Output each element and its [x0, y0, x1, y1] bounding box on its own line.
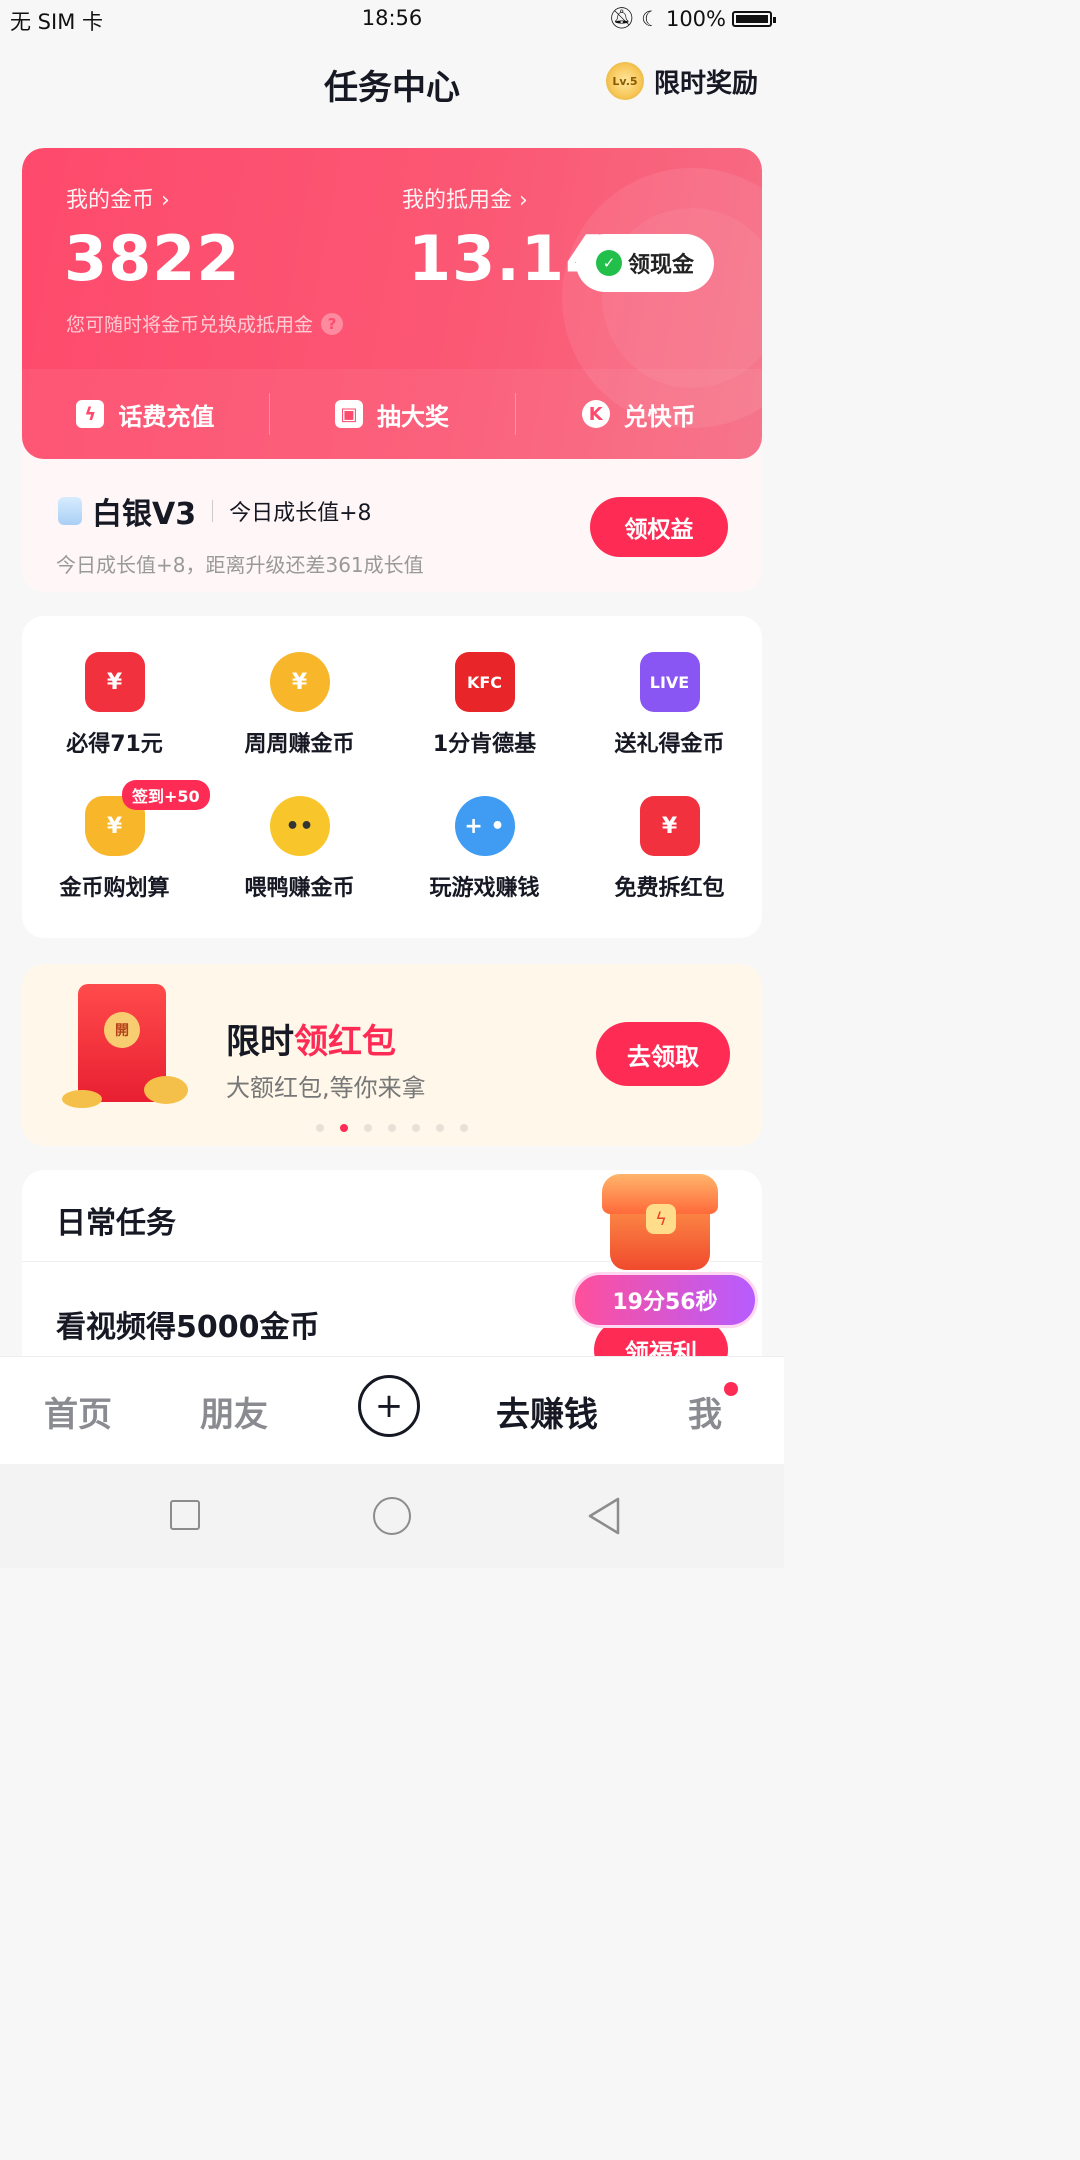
- grid-item-kfc[interactable]: KFC 1分肯德基: [392, 652, 577, 758]
- silver-badge-icon: [58, 497, 82, 525]
- tab-friends[interactable]: 朋友: [200, 1387, 268, 1436]
- grid-item-label: 1分肯德基: [432, 732, 537, 757]
- k-coin-icon: K: [581, 400, 610, 428]
- carousel-dot[interactable]: [436, 1124, 444, 1132]
- grid-item-weekly-coins[interactable]: ¥ 周周赚金币: [207, 652, 392, 758]
- grid-item-play-games[interactable]: + • 玩游戏赚钱: [392, 796, 577, 902]
- coin-stack-icon: [62, 1090, 102, 1108]
- gamepad-icon: + •: [454, 796, 515, 856]
- grid-item-label: 免费拆红包: [614, 876, 725, 901]
- grid-item-label: 周周赚金币: [244, 732, 355, 757]
- exchange-kcoin-button[interactable]: K 兑快币: [515, 369, 762, 459]
- lucky-draw-button[interactable]: ▣ 抽大奖: [268, 369, 516, 459]
- withdraw-cash-button[interactable]: ✓ 领现金: [576, 234, 714, 292]
- grid-item-guaranteed-71[interactable]: ¥ 必得71元: [22, 652, 207, 758]
- carousel-dot[interactable]: [412, 1124, 420, 1132]
- kfc-fries-icon: KFC: [454, 652, 515, 712]
- carousel-dot-active[interactable]: [340, 1124, 348, 1132]
- membership-level-row: 白银V3 今日成长值+8 今日成长值+8，距离升级还差361成长值 领权益: [22, 459, 762, 592]
- status-bar: 无 SIM 卡 18:56 🔕︎ ☾ 100%: [0, 0, 784, 40]
- task-title: 看视频得5000金币: [56, 1310, 320, 1345]
- go-claim-button[interactable]: 去领取: [596, 1022, 730, 1086]
- chest-countdown[interactable]: 19分56秒: [572, 1272, 758, 1328]
- home-button[interactable]: [373, 1497, 411, 1535]
- coin-summary-card: 我的金币 › 3822 我的抵用金 › 13.14 ✓ 领现金 您可随时将金币兑…: [22, 148, 762, 592]
- tab-me[interactable]: 我: [688, 1387, 722, 1436]
- system-navigation-bar: [0, 1464, 784, 1568]
- battery-percent: 100%: [665, 6, 726, 31]
- exchange-tip-text: 您可随时将金币兑换成抵用金: [66, 314, 314, 336]
- coins-value: 3822: [64, 222, 241, 295]
- duck-icon: ••: [269, 796, 330, 856]
- phone-recharge-button[interactable]: ϟ 话费充值: [22, 369, 269, 459]
- tab-earn-money[interactable]: 去赚钱: [496, 1387, 598, 1436]
- grid-item-gift-coins[interactable]: LIVE 送礼得金币: [577, 652, 762, 758]
- quick-actions: ϟ 话费充值 ▣ 抽大奖 K 兑快币: [22, 369, 762, 459]
- exchange-tip: 您可随时将金币兑换成抵用金 ?: [66, 310, 344, 337]
- divider: [212, 500, 214, 522]
- grid-item-label: 玩游戏赚钱: [429, 876, 540, 901]
- yen-coin-icon: ¥: [269, 652, 330, 712]
- level-info: 白银V3 今日成长值+8: [58, 489, 372, 533]
- grid-item-label: 喂鸭赚金币: [244, 876, 355, 901]
- withdraw-cash-label: 领现金: [627, 253, 694, 278]
- claim-benefits-button[interactable]: 领权益: [590, 497, 728, 557]
- battery-icon: [732, 10, 776, 27]
- create-plus-button[interactable]: +: [358, 1375, 420, 1437]
- help-icon[interactable]: ?: [321, 312, 344, 335]
- treasure-chest-widget[interactable]: ϟ: [596, 1170, 726, 1280]
- status-icons: 🔕︎ ☾ 100%: [608, 6, 776, 31]
- phone-bolt-icon: ϟ: [76, 400, 105, 428]
- back-button[interactable]: [586, 1496, 622, 1536]
- moon-icon: ☾: [641, 6, 660, 31]
- exchange-kcoin-label: 兑快币: [623, 402, 696, 431]
- grid-item-coin-deals[interactable]: ¥ 签到+50 金币购划算: [22, 780, 210, 902]
- banner-title: 限时领红包: [226, 1014, 396, 1063]
- coin-stack-icon: [144, 1076, 188, 1104]
- limited-reward-label: 限时奖励: [653, 68, 758, 99]
- banner-title-highlight: 领红包: [294, 1022, 396, 1062]
- live-tv-icon: LIVE: [639, 652, 700, 712]
- task-entry-grid: ¥ 必得71元 ¥ 周周赚金币 KFC 1分肯德基 LIVE 送礼得金币 ¥ 签…: [22, 616, 762, 938]
- gift-icon: ▣: [335, 400, 363, 428]
- my-coins-link[interactable]: 我的金币 ›: [66, 182, 170, 214]
- red-packet-icon: ¥: [639, 796, 700, 856]
- envelope-seal: 開: [104, 1012, 140, 1048]
- level-badge-icon: Lv.5: [605, 62, 644, 100]
- banner-title-plain: 限时: [226, 1022, 294, 1062]
- carousel-dot[interactable]: [460, 1124, 468, 1132]
- notification-dot: [724, 1382, 738, 1396]
- grid-item-label: 必得71元: [66, 732, 163, 757]
- carousel-dot[interactable]: [388, 1124, 396, 1132]
- carousel-dot[interactable]: [364, 1124, 372, 1132]
- bottom-tab-bar: 首页 朋友 + 去赚钱 我: [0, 1356, 784, 1465]
- sign-in-badge: 签到+50: [122, 780, 210, 810]
- recent-apps-button[interactable]: [170, 1500, 200, 1530]
- red-packet-banner[interactable]: 開 限时领红包 大额红包,等你来拿 去领取: [22, 964, 762, 1146]
- tab-home[interactable]: 首页: [44, 1387, 112, 1436]
- carousel-dots: [22, 1124, 762, 1132]
- lightning-lock-icon: ϟ: [646, 1204, 676, 1234]
- level-name: 白银V3: [92, 497, 197, 532]
- limited-reward-button[interactable]: Lv.5 限时奖励: [605, 62, 758, 100]
- grid-item-feed-duck[interactable]: •• 喂鸭赚金币: [207, 796, 392, 902]
- grid-item-open-packet[interactable]: ¥ 免费拆红包: [577, 796, 762, 902]
- section-title: 日常任务: [56, 1206, 176, 1241]
- my-voucher-link[interactable]: 我的抵用金 ›: [402, 182, 528, 214]
- banner-subtitle: 大额红包,等你来拿: [226, 1074, 426, 1102]
- today-growth: 今日成长值+8: [229, 501, 372, 526]
- grid-item-label: 送礼得金币: [614, 732, 725, 757]
- phone-recharge-label: 话费充值: [118, 402, 215, 431]
- wechat-pay-icon: ✓: [595, 250, 622, 276]
- lucky-draw-label: 抽大奖: [377, 402, 449, 431]
- level-progress-text: 今日成长值+8，距离升级还差361成长值: [56, 553, 424, 577]
- red-envelope-icon: ¥: [84, 652, 145, 712]
- carousel-dot[interactable]: [316, 1124, 324, 1132]
- mute-icon: 🔕︎: [608, 6, 636, 30]
- coin-balance-panel: 我的金币 › 3822 我的抵用金 › 13.14 ✓ 领现金 您可随时将金币兑…: [22, 148, 762, 459]
- grid-item-label: 金币购划算: [59, 876, 170, 901]
